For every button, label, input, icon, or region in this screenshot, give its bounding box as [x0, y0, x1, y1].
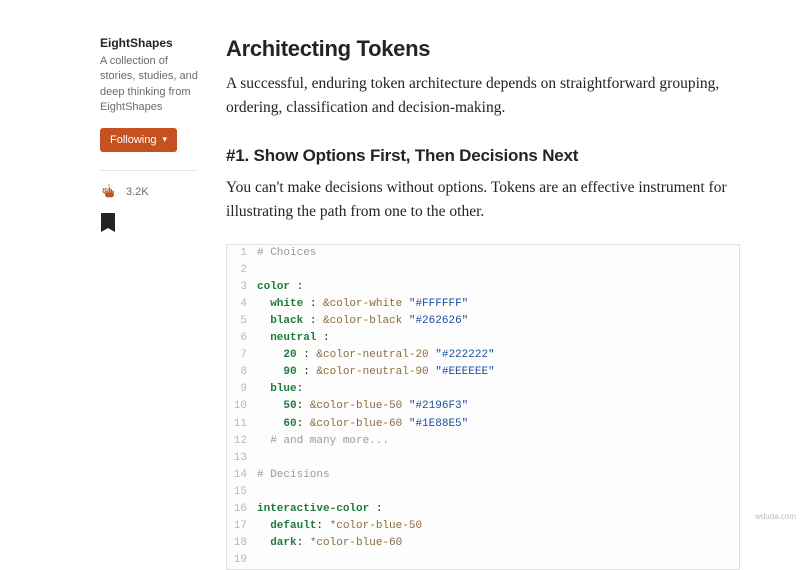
clap-button[interactable]: 3.2K — [100, 183, 198, 201]
code-line: 16interactive-color : — [227, 501, 739, 518]
line-number: 8 — [227, 364, 257, 381]
bookmark-icon — [100, 213, 116, 233]
code-line: 9 blue: — [227, 381, 739, 398]
code-line: 17 default: *color-blue-50 — [227, 518, 739, 535]
code-line: 14# Decisions — [227, 467, 739, 484]
code-content: white : &color-white "#FFFFFF" — [257, 296, 739, 313]
code-line: 15 — [227, 484, 739, 501]
code-line: 13 — [227, 450, 739, 467]
code-content — [257, 552, 739, 569]
code-line: 4 white : &color-white "#FFFFFF" — [227, 296, 739, 313]
code-line: 11 60: &color-blue-60 "#1E88E5" — [227, 416, 739, 433]
line-number: 16 — [227, 501, 257, 518]
code-content — [257, 450, 739, 467]
code-content: 20 : &color-neutral-20 "#222222" — [257, 347, 739, 364]
publication-name[interactable]: EightShapes — [100, 36, 198, 50]
publication-description: A collection of stories, studies, and de… — [100, 54, 198, 116]
line-number: 15 — [227, 484, 257, 501]
clap-icon — [100, 183, 118, 201]
line-number: 13 — [227, 450, 257, 467]
line-number: 11 — [227, 416, 257, 433]
section-heading: #1. Show Options First, Then Decisions N… — [226, 146, 740, 166]
article-title: Architecting Tokens — [226, 36, 740, 62]
line-number: 6 — [227, 330, 257, 347]
article-intro: A successful, enduring token architectur… — [226, 72, 740, 120]
code-content — [257, 484, 739, 501]
line-number: 2 — [227, 262, 257, 279]
line-number: 10 — [227, 398, 257, 415]
code-line: 18 dark: *color-blue-60 — [227, 535, 739, 552]
line-number: 18 — [227, 535, 257, 552]
code-content: blue: — [257, 381, 739, 398]
section-body: You can't make decisions without options… — [226, 176, 740, 224]
chevron-down-icon: ▾ — [162, 134, 167, 145]
line-number: 4 — [227, 296, 257, 313]
code-content: neutral : — [257, 330, 739, 347]
follow-button[interactable]: Following ▾ — [100, 128, 177, 152]
code-content: dark: *color-blue-60 — [257, 535, 739, 552]
line-number: 7 — [227, 347, 257, 364]
attribution: wduda.com — [755, 512, 796, 521]
line-number: 9 — [227, 381, 257, 398]
line-number: 12 — [227, 433, 257, 450]
code-content: default: *color-blue-50 — [257, 518, 739, 535]
code-content: 60: &color-blue-60 "#1E88E5" — [257, 416, 739, 433]
code-block: 1# Choices2 3color :4 white : &color-whi… — [226, 244, 740, 570]
code-line: 2 — [227, 262, 739, 279]
code-line: 12 # and many more... — [227, 433, 739, 450]
code-content: # Decisions — [257, 467, 739, 484]
code-line: 1# Choices — [227, 245, 739, 262]
code-line: 3color : — [227, 279, 739, 296]
code-content: 50: &color-blue-50 "#2196F3" — [257, 398, 739, 415]
code-line: 7 20 : &color-neutral-20 "#222222" — [227, 347, 739, 364]
code-line: 6 neutral : — [227, 330, 739, 347]
sidebar: EightShapes A collection of stories, stu… — [100, 36, 198, 570]
code-line: 19 — [227, 552, 739, 569]
code-line: 5 black : &color-black "#262626" — [227, 313, 739, 330]
line-number: 19 — [227, 552, 257, 569]
code-content: # Choices — [257, 245, 739, 262]
code-content: 90 : &color-neutral-90 "#EEEEEE" — [257, 364, 739, 381]
bookmark-button[interactable] — [100, 213, 198, 238]
code-line: 8 90 : &color-neutral-90 "#EEEEEE" — [227, 364, 739, 381]
code-content: black : &color-black "#262626" — [257, 313, 739, 330]
line-number: 3 — [227, 279, 257, 296]
code-content — [257, 262, 739, 279]
line-number: 1 — [227, 245, 257, 262]
divider — [100, 170, 198, 171]
code-content: # and many more... — [257, 433, 739, 450]
clap-count: 3.2K — [126, 186, 149, 198]
line-number: 17 — [227, 518, 257, 535]
code-line: 10 50: &color-blue-50 "#2196F3" — [227, 398, 739, 415]
follow-label: Following — [110, 134, 156, 146]
line-number: 14 — [227, 467, 257, 484]
code-content: color : — [257, 279, 739, 296]
code-content: interactive-color : — [257, 501, 739, 518]
line-number: 5 — [227, 313, 257, 330]
article-main: Architecting Tokens A successful, enduri… — [226, 36, 740, 570]
